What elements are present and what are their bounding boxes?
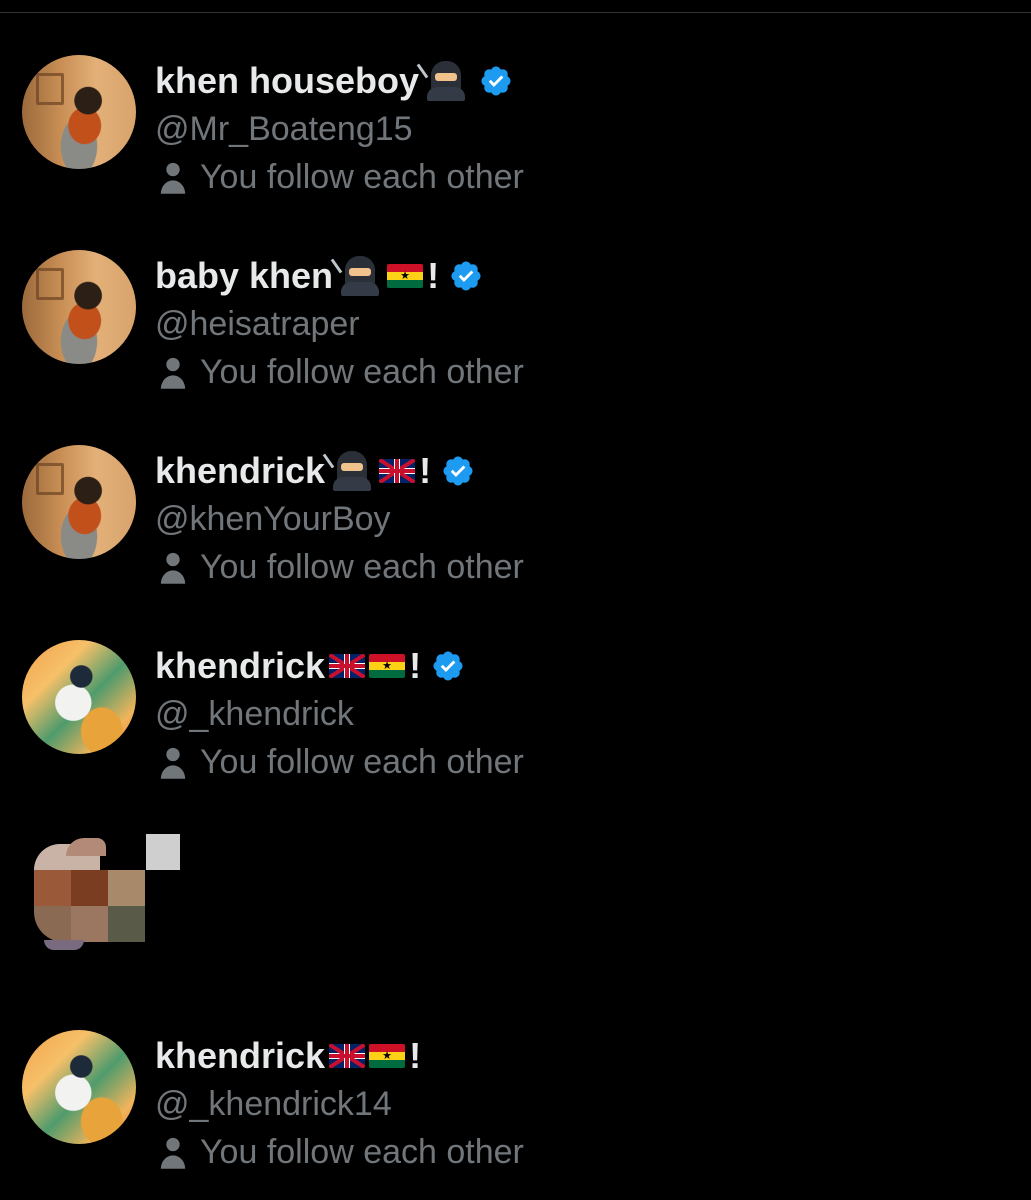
exclamation: ! xyxy=(419,450,432,491)
follow-status: You follow each other xyxy=(158,548,524,587)
handle[interactable]: @khenYourBoy xyxy=(155,500,391,539)
user-row-redacted[interactable] xyxy=(0,830,1031,980)
user-row[interactable]: baby khen ! @heisatraper You follow each… xyxy=(0,250,1031,400)
person-icon xyxy=(160,552,186,584)
top-divider xyxy=(0,12,1031,13)
follow-status: You follow each other xyxy=(158,743,524,782)
follow-status: You follow each other xyxy=(158,158,524,197)
person-icon xyxy=(160,357,186,389)
handle[interactable]: @Mr_Boateng15 xyxy=(155,110,413,149)
user-row[interactable]: khendrick ! @_khendrick You follow each … xyxy=(0,640,1031,790)
person-icon xyxy=(160,1137,186,1169)
display-name-text: khendrick xyxy=(155,450,326,491)
display-name-text: baby khen xyxy=(155,255,334,296)
display-name-text: khen houseboy xyxy=(155,60,420,101)
display-name[interactable]: khendrick ! xyxy=(155,449,475,493)
exclamation: ! xyxy=(427,255,440,296)
ghana-flag-icon xyxy=(369,1044,406,1068)
exclamation: ! xyxy=(409,645,422,686)
ghana-flag-icon xyxy=(369,654,406,678)
avatar[interactable] xyxy=(22,1030,136,1144)
uk-flag-icon xyxy=(329,654,366,678)
ninja-emoji-icon xyxy=(330,256,383,296)
display-name[interactable]: khen houseboy xyxy=(155,59,513,103)
avatar[interactable] xyxy=(22,250,136,364)
avatar[interactable] xyxy=(22,55,136,169)
person-icon xyxy=(160,162,186,194)
user-row[interactable]: khendrick ! @_khendrick14 You follow eac… xyxy=(0,1030,1031,1180)
ghana-flag-icon xyxy=(387,264,424,288)
verified-badge-icon xyxy=(481,66,511,96)
avatar[interactable] xyxy=(22,445,136,559)
display-name[interactable]: khendrick ! xyxy=(155,644,465,688)
user-row[interactable]: khen houseboy @Mr_Boateng15 You follow e… xyxy=(0,55,1031,205)
ninja-emoji-icon xyxy=(322,451,375,491)
pixelated-avatar[interactable] xyxy=(30,830,190,950)
handle[interactable]: @_khendrick xyxy=(155,695,354,734)
exclamation: ! xyxy=(409,1035,422,1076)
follow-status-text: You follow each other xyxy=(200,743,524,781)
person-icon xyxy=(160,747,186,779)
handle[interactable]: @_khendrick14 xyxy=(155,1085,392,1124)
follow-status-text: You follow each other xyxy=(200,1133,524,1171)
uk-flag-icon xyxy=(379,459,416,483)
verified-badge-icon xyxy=(451,261,481,291)
follow-status-text: You follow each other xyxy=(200,158,524,196)
uk-flag-icon xyxy=(329,1044,366,1068)
user-row[interactable]: khendrick ! @khenYourBoy You follow each… xyxy=(0,445,1031,595)
ninja-emoji-icon xyxy=(416,61,469,101)
follow-status: You follow each other xyxy=(158,353,524,392)
display-name-text: khendrick xyxy=(155,645,326,686)
follow-status-text: You follow each other xyxy=(200,353,524,391)
verified-badge-icon xyxy=(443,456,473,486)
handle[interactable]: @heisatraper xyxy=(155,305,360,344)
display-name[interactable]: khendrick ! xyxy=(155,1034,421,1078)
verified-badge-icon xyxy=(433,651,463,681)
display-name[interactable]: baby khen ! xyxy=(155,254,483,298)
avatar[interactable] xyxy=(22,640,136,754)
follow-status: You follow each other xyxy=(158,1133,524,1172)
follow-status-text: You follow each other xyxy=(200,548,524,586)
display-name-text: khendrick xyxy=(155,1035,326,1076)
